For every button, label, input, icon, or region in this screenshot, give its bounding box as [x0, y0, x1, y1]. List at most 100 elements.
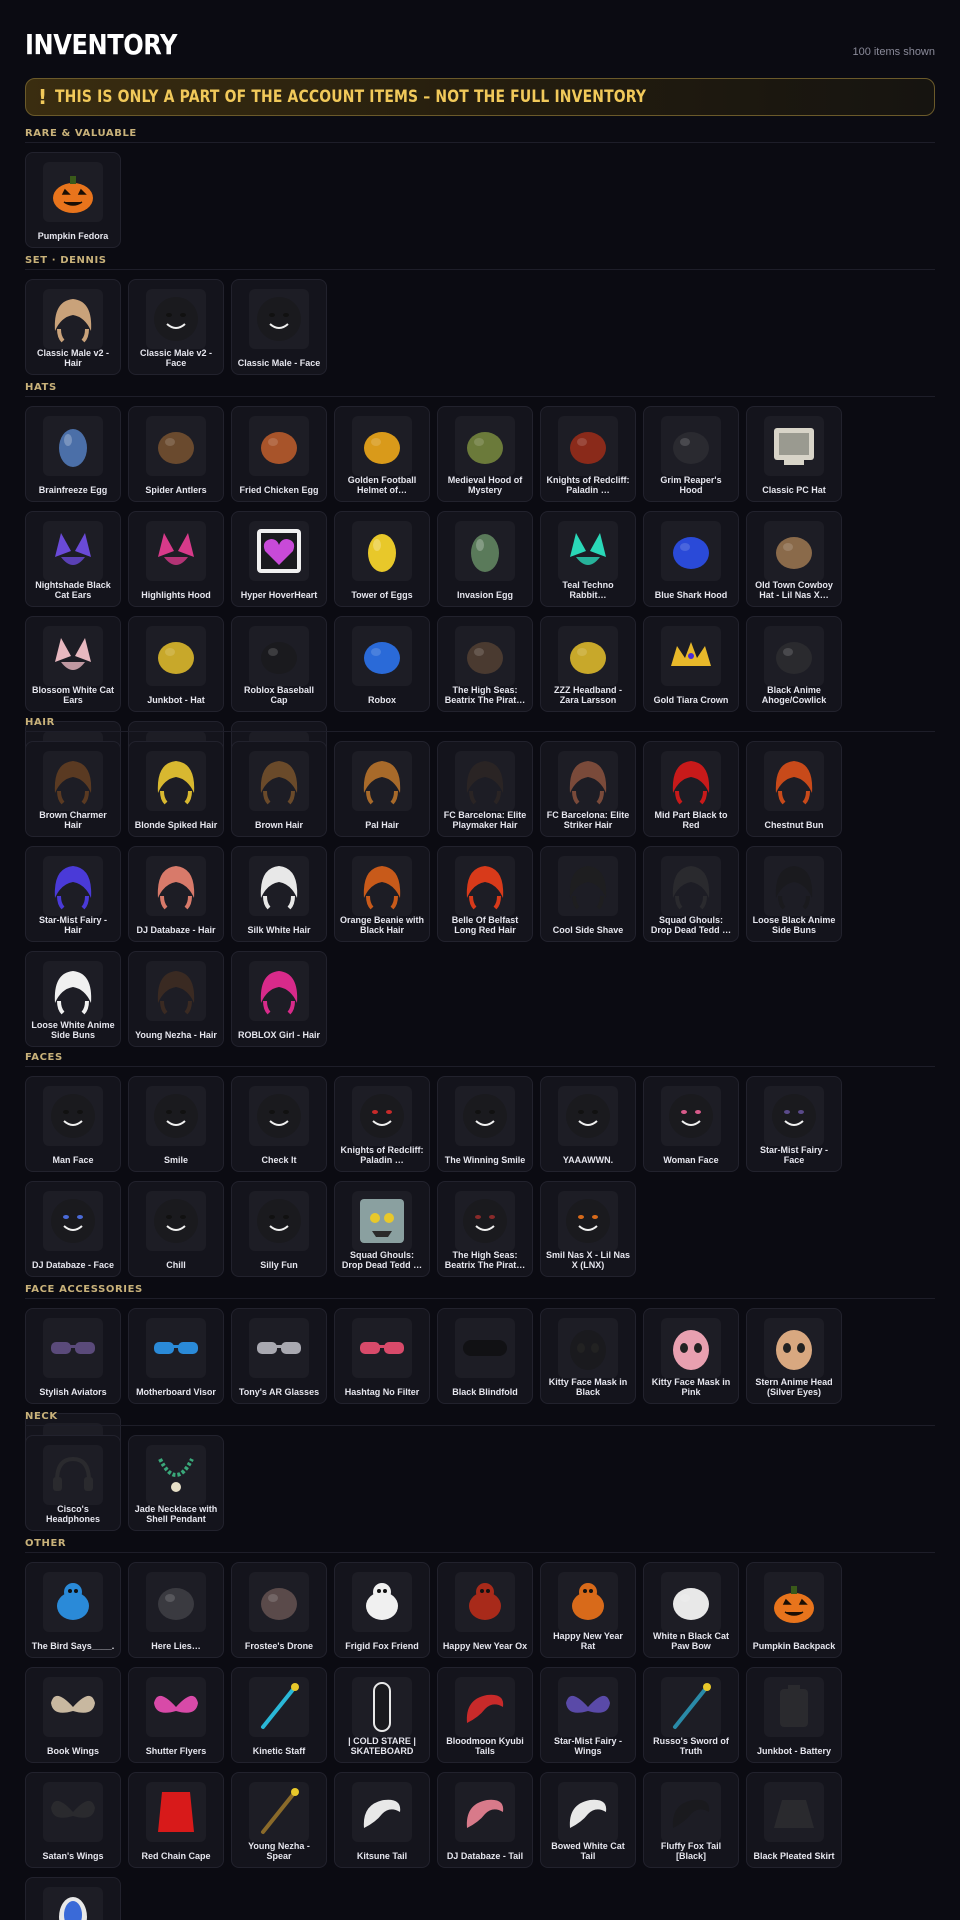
item-card[interactable]: Kinetic Staff	[231, 1667, 327, 1763]
item-card[interactable]: Young Nezha - Spear	[231, 1772, 327, 1868]
item-card[interactable]: Silly Fun	[231, 1181, 327, 1277]
section-divider	[25, 142, 935, 143]
item-card[interactable]: Squad Ghouls: Drop Dead Tedd …	[643, 846, 739, 942]
item-card[interactable]: Silk White Hair	[231, 846, 327, 942]
item-card[interactable]: Robox	[334, 616, 430, 712]
item-card[interactable]: Man Face	[25, 1076, 121, 1172]
item-card[interactable]: Hyper HoverHeart	[231, 511, 327, 607]
item-card[interactable]: Kitty Face Mask in Pink	[643, 1308, 739, 1404]
item-card[interactable]: Classic Male - Face	[231, 279, 327, 375]
item-card[interactable]: Stern Anime Head (Silver Eyes)	[746, 1308, 842, 1404]
item-card[interactable]: Pumpkin Fedora	[25, 152, 121, 248]
item-card[interactable]: Shutter Flyers	[128, 1667, 224, 1763]
item-card[interactable]: Frostee's Drone	[231, 1562, 327, 1658]
item-card[interactable]: Happy New Year Ox	[437, 1562, 533, 1658]
item-card[interactable]: The Bird Says____.	[25, 1562, 121, 1658]
item-card[interactable]: Orange Beanie with Black Hair	[334, 846, 430, 942]
item-card[interactable]: Belle Of Belfast Long Red Hair	[437, 846, 533, 942]
item-card[interactable]: Old Town Cowboy Hat - Lil Nas X…	[746, 511, 842, 607]
item-card[interactable]: Bloodmoon Kyubi Tails	[437, 1667, 533, 1763]
item-card[interactable]: Book Wings	[25, 1667, 121, 1763]
item-card[interactable]: | COLD STARE | SKATEBOARD	[334, 1667, 430, 1763]
item-card[interactable]: Gold Tiara Crown	[643, 616, 739, 712]
item-card[interactable]: Nightshade Black Cat Ears	[25, 511, 121, 607]
item-card[interactable]: Knights of Redcliff: Paladin …	[334, 1076, 430, 1172]
item-card[interactable]: White n Black Cat Paw Bow	[643, 1562, 739, 1658]
item-card[interactable]: Brown Charmer Hair	[25, 741, 121, 837]
item-card[interactable]: Mid Part Black to Red	[643, 741, 739, 837]
item-card[interactable]: Teal Techno Rabbit…	[540, 511, 636, 607]
item-card[interactable]: ROBLOX Girl - Hair	[231, 951, 327, 1047]
item-card[interactable]: Tower of Eggs	[334, 511, 430, 607]
item-card[interactable]: Black Blindfold	[437, 1308, 533, 1404]
item-card[interactable]: Hashtag No Filter	[334, 1308, 430, 1404]
item-card[interactable]: Chestnut Bun	[746, 741, 842, 837]
item-card[interactable]: Cool Side Shave	[540, 846, 636, 942]
item-card[interactable]: Squad Ghouls: Drop Dead Tedd …	[334, 1181, 430, 1277]
item-card[interactable]: Woman Face	[643, 1076, 739, 1172]
item-card[interactable]: Star-Mist Fairy - Wings	[540, 1667, 636, 1763]
item-card[interactable]: Junkbot - Hat	[128, 616, 224, 712]
item-card[interactable]: Blonde Spiked Hair	[128, 741, 224, 837]
item-card[interactable]: Brainfreeze Egg	[25, 406, 121, 502]
item-card[interactable]: Brown Hair	[231, 741, 327, 837]
item-card[interactable]: Grim Reaper's Hood	[643, 406, 739, 502]
item-card[interactable]: Jade Necklace with Shell Pendant	[128, 1435, 224, 1531]
item-card[interactable]: Stylish Aviators	[25, 1308, 121, 1404]
item-card[interactable]: Young Nezha - Hair	[128, 951, 224, 1047]
item-card[interactable]: Russo's Sword of Truth	[643, 1667, 739, 1763]
item-label: Shutter Flyers	[145, 1746, 207, 1756]
item-card[interactable]: Black Pleated Skirt	[746, 1772, 842, 1868]
item-card[interactable]: ZZZ Headband - Zara Larsson	[540, 616, 636, 712]
item-card[interactable]: DJ Databaze - Tail	[437, 1772, 533, 1868]
item-card[interactable]: Fluffy Fox Tail [Black]	[643, 1772, 739, 1868]
item-card[interactable]: The High Seas: Beatrix The Pirat…	[437, 1181, 533, 1277]
item-card[interactable]: Here Lies…	[128, 1562, 224, 1658]
item-card[interactable]: Roblox Baseball Cap	[231, 616, 327, 712]
item-card[interactable]: Tony's AR Glasses	[231, 1308, 327, 1404]
item-card[interactable]: Frigid Fox Friend	[334, 1562, 430, 1658]
item-card[interactable]: Fried Chicken Egg	[231, 406, 327, 502]
item-card[interactable]: Blue Shark Hood	[643, 511, 739, 607]
item-card[interactable]: Highlights Hood	[128, 511, 224, 607]
item-card[interactable]: Classic Male v2 - Hair	[25, 279, 121, 375]
item-card[interactable]: Kitty Face Mask in Black	[540, 1308, 636, 1404]
item-label: Young Nezha - Hair	[135, 1030, 217, 1040]
item-card[interactable]: Satan's Wings	[25, 1772, 121, 1868]
item-card[interactable]: Star-Mist Fairy - Hair	[25, 846, 121, 942]
item-card[interactable]: Knights of Redcliff: Paladin …	[540, 406, 636, 502]
item-card[interactable]: Loose White Anime Side Buns	[25, 951, 121, 1047]
item-label: Brainfreeze Egg	[38, 485, 108, 495]
item-card[interactable]: Pal Hair	[334, 741, 430, 837]
item-card[interactable]: Classic PC Hat	[746, 406, 842, 502]
item-card[interactable]: Star-Mist Fairy - Face	[746, 1076, 842, 1172]
item-card[interactable]: Smile	[128, 1076, 224, 1172]
item-card[interactable]: Bowed White Cat Tail	[540, 1772, 636, 1868]
item-card[interactable]: Spider Antlers	[128, 406, 224, 502]
item-card[interactable]: Cisco's Headphones	[25, 1435, 121, 1531]
item-card[interactable]: DJ Databaze - Face	[25, 1181, 121, 1277]
item-card[interactable]: Smil Nas X - Lil Nas X (LNX)	[540, 1181, 636, 1277]
item-card[interactable]: Chill	[128, 1181, 224, 1277]
item-card[interactable]: Pumpkin Backpack	[746, 1562, 842, 1658]
item-card[interactable]: Happy New Year Rat	[540, 1562, 636, 1658]
item-card[interactable]: DJ Databaze - Hair	[128, 846, 224, 942]
item-card[interactable]: Red Chain Cape	[128, 1772, 224, 1868]
item-card[interactable]: Kitsune Tail	[334, 1772, 430, 1868]
item-card[interactable]: Loose Black Anime Side Buns	[746, 846, 842, 942]
item-card[interactable]: Golden Football Helmet of…	[334, 406, 430, 502]
item-card[interactable]: Medieval Hood of Mystery	[437, 406, 533, 502]
item-card[interactable]: Blossom White Cat Ears	[25, 616, 121, 712]
item-card[interactable]: Invasion Egg	[437, 511, 533, 607]
item-card[interactable]: Black Anime Ahoge/Cowlick	[746, 616, 842, 712]
item-card[interactable]: FC Barcelona: Elite Playmaker Hair	[437, 741, 533, 837]
item-card[interactable]: Eggphone	[25, 1877, 121, 1920]
item-card[interactable]: FC Barcelona: Elite Striker Hair	[540, 741, 636, 837]
item-card[interactable]: Motherboard Visor	[128, 1308, 224, 1404]
item-card[interactable]: The High Seas: Beatrix The Pirat…	[437, 616, 533, 712]
item-card[interactable]: YAAAWWN.	[540, 1076, 636, 1172]
item-card[interactable]: Check It	[231, 1076, 327, 1172]
item-card[interactable]: The Winning Smile	[437, 1076, 533, 1172]
item-card[interactable]: Junkbot - Battery	[746, 1667, 842, 1763]
item-card[interactable]: Classic Male v2 - Face	[128, 279, 224, 375]
